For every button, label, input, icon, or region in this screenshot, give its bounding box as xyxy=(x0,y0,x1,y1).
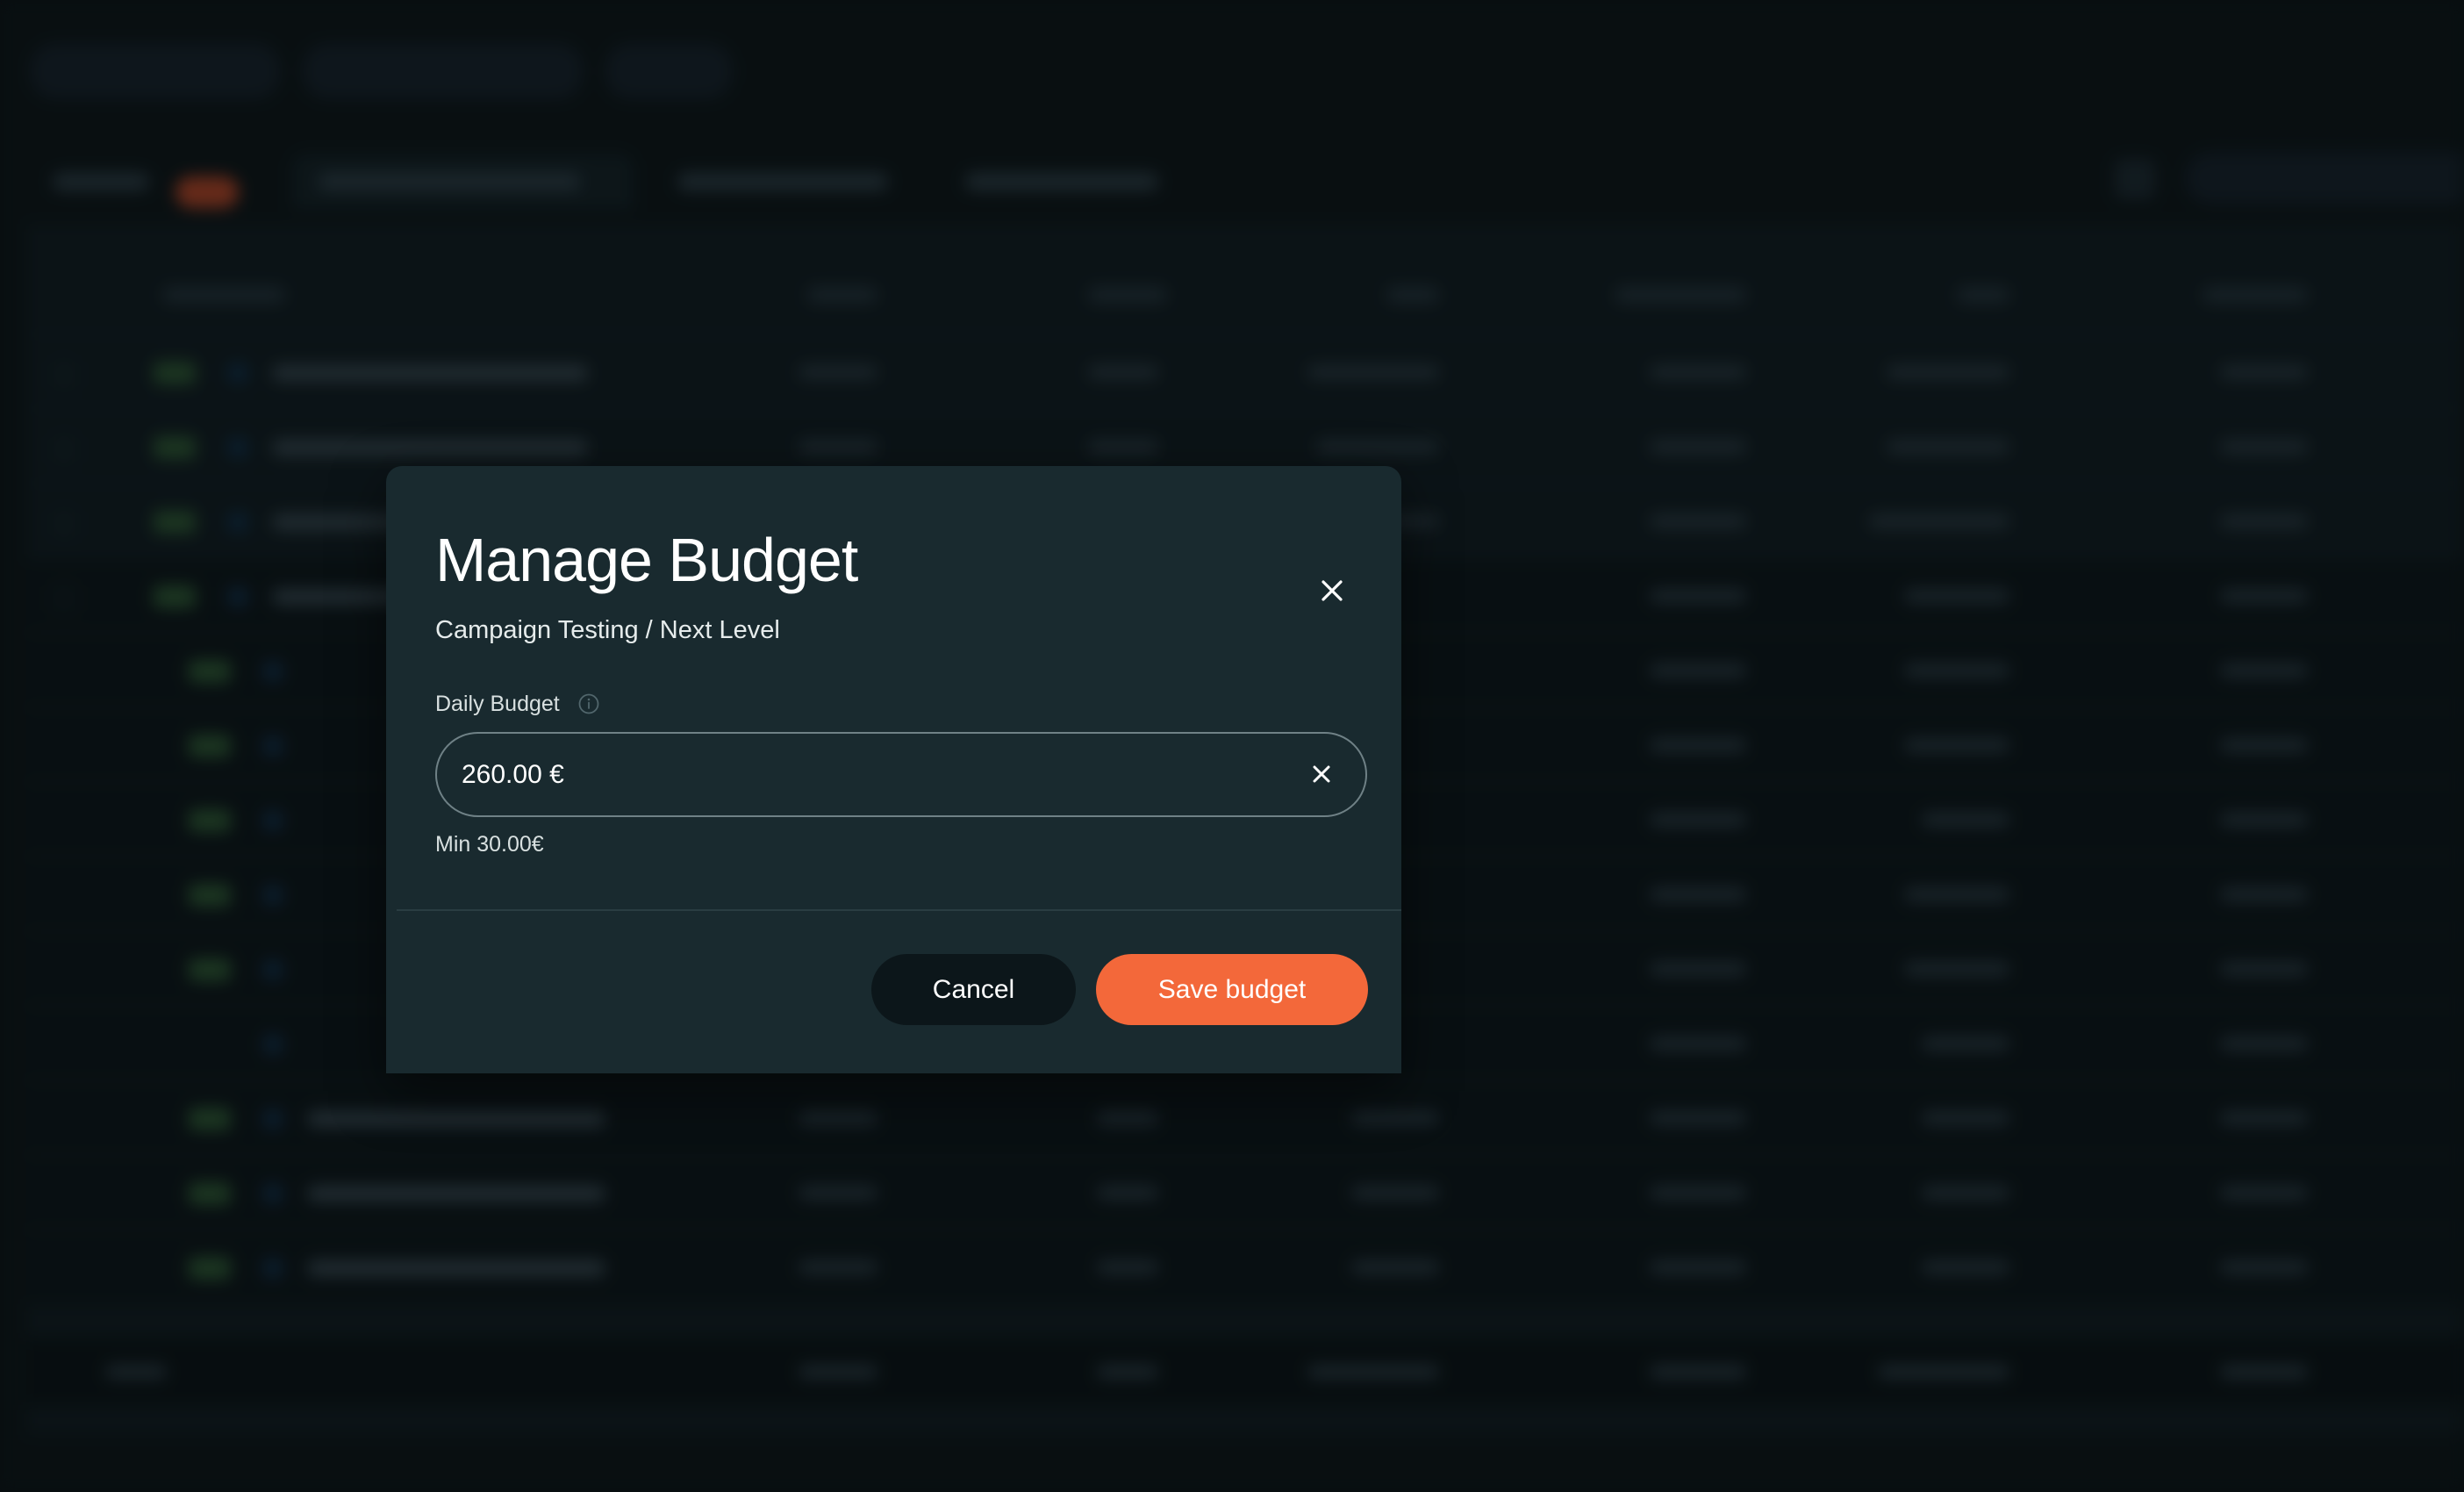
dialog-divider xyxy=(397,909,1401,911)
save-budget-button[interactable]: Save budget xyxy=(1096,954,1368,1025)
clear-input-button[interactable] xyxy=(1304,757,1339,792)
daily-budget-label: Daily Budget xyxy=(435,692,560,716)
manage-budget-dialog: Manage Budget Campaign Testing / Next Le… xyxy=(386,466,1401,1073)
clear-icon xyxy=(1313,765,1330,783)
dialog-subtitle: Campaign Testing / Next Level xyxy=(435,616,780,644)
cancel-button[interactable]: Cancel xyxy=(871,954,1076,1025)
close-button[interactable] xyxy=(1311,570,1353,612)
info-icon[interactable] xyxy=(577,692,600,715)
daily-budget-input[interactable] xyxy=(462,734,1269,815)
dialog-title: Manage Budget xyxy=(435,526,858,594)
close-icon xyxy=(1322,580,1343,601)
min-budget-hint: Min 30.00€ xyxy=(435,832,544,857)
daily-budget-field[interactable] xyxy=(435,732,1367,817)
